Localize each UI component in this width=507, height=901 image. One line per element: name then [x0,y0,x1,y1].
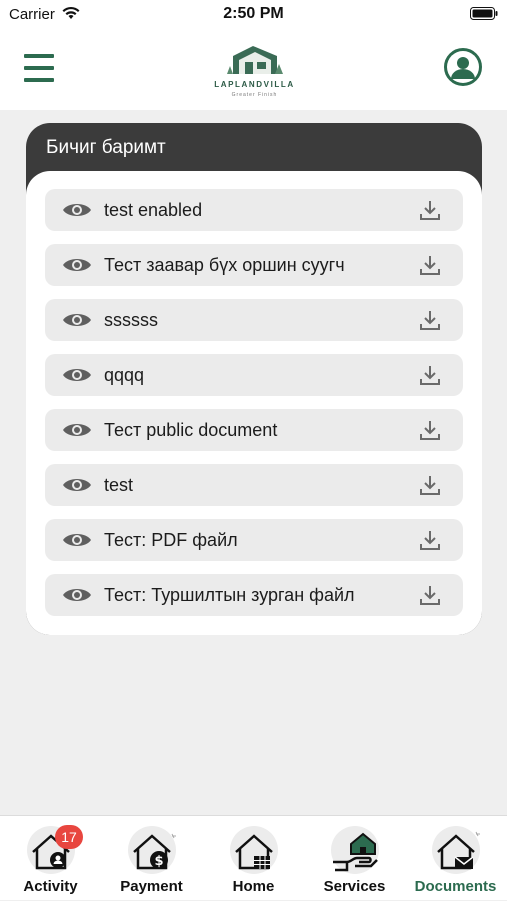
document-name: Тест: Туршилтын зурган файл [104,585,355,605]
document-name: ssssss [104,310,158,330]
document-row[interactable]: test [45,464,463,506]
card-title: Бичиг баримт [46,137,166,158]
document-name: test enabled [104,200,203,220]
activity-badge: 17 [55,825,83,849]
user-icon [447,51,479,83]
battery-icon [470,7,498,20]
logo-text: LAPLANDVILLA [214,80,295,89]
tab-label: Services [323,878,386,895]
download-icon[interactable] [419,254,441,276]
document-row[interactable]: qqqq [45,354,463,396]
tab-home[interactable]: Home [203,816,304,901]
document-row[interactable]: Тест заавар бүх оршин суугч [45,244,463,286]
download-icon[interactable] [419,584,441,606]
download-icon[interactable] [419,419,441,441]
eye-view-icon[interactable] [62,201,92,219]
download-icon[interactable] [419,474,441,496]
eye-view-icon[interactable] [62,421,92,439]
document-row[interactable]: test enabled [45,189,463,231]
document-name: qqqq [104,365,145,385]
download-icon[interactable] [419,529,441,551]
tab-label: Payment [120,878,183,895]
logo-subtext: Greater Finish [231,92,278,98]
clock: 2:50 PM [223,5,284,22]
document-row[interactable]: Тест: Туршилтын зурган файл [45,574,463,616]
eye-view-icon[interactable] [62,256,92,274]
document-name: Тест: PDF файл [104,530,238,550]
document-row[interactable]: ssssss [45,299,463,341]
laplandvilla-logo: LAPLANDVILLA Greater Finish [207,40,302,102]
documents-card: Бичиг баримт test enabled Тест заавар бү… [26,123,482,635]
logo-house-icon [227,46,283,74]
bottom-tab-bar: 17 Activity $ Payment Home Services Docu… [0,815,507,900]
download-icon[interactable] [419,199,441,221]
eye-view-icon[interactable] [62,476,92,494]
tab-label: Home [232,878,275,895]
app-header: LAPLANDVILLA Greater Finish [0,28,507,110]
documents-list: test enabled Тест заавар бүх оршин суугч… [26,171,482,635]
profile-avatar-button[interactable] [444,48,482,86]
tab-services[interactable]: Services [304,816,405,901]
eye-view-icon[interactable] [62,586,92,604]
services-hand-house-icon [325,822,385,878]
svg-text:$: $ [154,854,163,869]
download-icon[interactable] [419,364,441,386]
tab-label: Documents [414,878,497,895]
status-bar: Carrier 2:50 PM [0,0,507,28]
eye-view-icon[interactable] [62,311,92,329]
hamburger-menu-button[interactable] [24,54,54,82]
tab-activity[interactable]: 17 Activity [0,816,101,901]
tab-payment[interactable]: $ Payment [101,816,202,901]
document-name: Тест заавар бүх оршин суугч [104,255,345,275]
document-name: Тест public document [104,420,278,440]
eye-view-icon[interactable] [62,531,92,549]
tab-documents[interactable]: Documents [405,816,506,901]
document-row[interactable]: Тест: PDF файл [45,519,463,561]
documents-house-icon [426,822,486,878]
document-name: test [104,475,134,495]
download-icon[interactable] [419,309,441,331]
eye-view-icon[interactable] [62,366,92,384]
tab-label: Activity [23,878,78,895]
payment-house-icon: $ [122,822,182,878]
document-row[interactable]: Тест public document [45,409,463,451]
home-house-icon [224,822,284,878]
